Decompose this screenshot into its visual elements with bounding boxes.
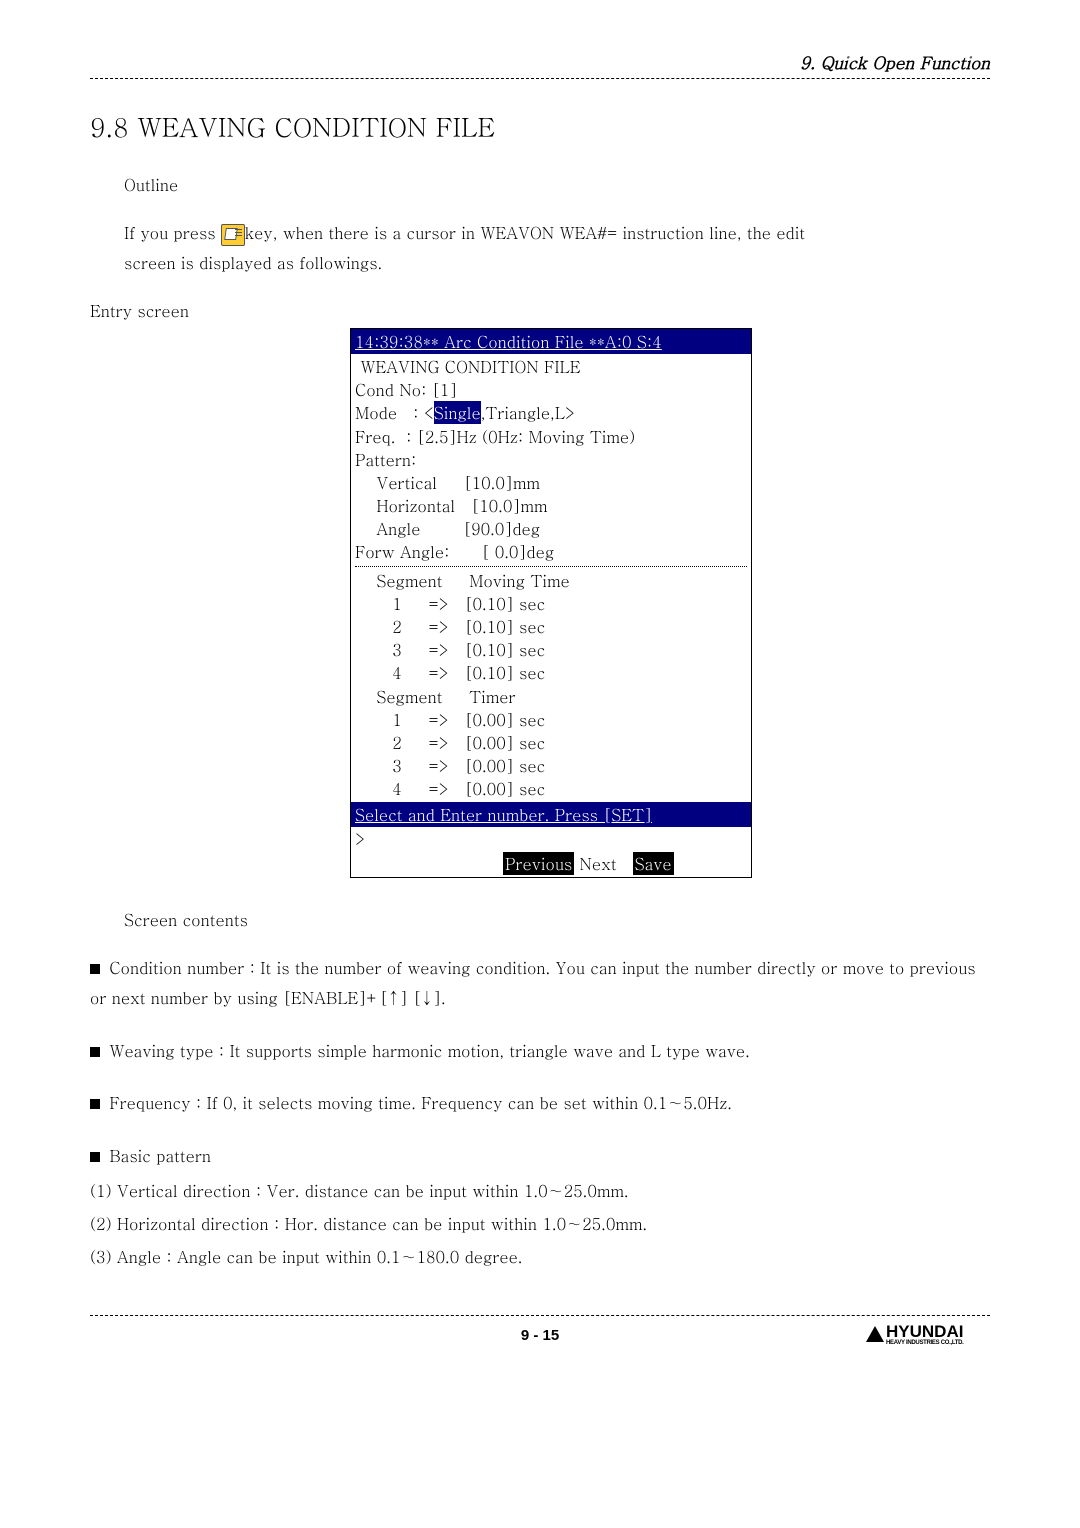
terminal-footer: Select and Enter number. Press [SET]: [351, 802, 751, 827]
terminal-highlight: Single: [434, 401, 481, 424]
terminal-line: Freq. : [2.5]Hz (0Hz: Moving Time): [355, 425, 747, 448]
terminal-button-row: Previous Next Save: [351, 852, 751, 877]
outline-text-c: screen is displayed as followings.: [124, 251, 382, 274]
terminal-prompt: >: [351, 827, 751, 852]
logo-text: HYUNDAI: [886, 1322, 963, 1342]
terminal-line: 4 => [0.00] sec: [355, 777, 747, 800]
terminal-line: 2 => [0.00] sec: [355, 731, 747, 754]
terminal-window: 14:39:38** Arc Condition File **A:0 S:4 …: [350, 328, 752, 878]
terminal-titlebar: 14:39:38** Arc Condition File **A:0 S:4: [351, 329, 751, 354]
bullet-square-icon: [90, 1047, 100, 1057]
terminal-text: ,Triangle,L>: [481, 401, 575, 424]
previous-button[interactable]: Previous: [503, 852, 574, 875]
bullet-item: Weaving type : It supports simple harmon…: [90, 1036, 990, 1066]
terminal-line: 3 => [0.10] sec: [355, 638, 747, 661]
terminal-line: Pattern:: [355, 448, 747, 471]
terminal-line: Forw Angle: [ 0.0]deg: [355, 540, 747, 563]
terminal-separator: [355, 566, 747, 567]
terminal-line: 2 => [0.10] sec: [355, 615, 747, 638]
terminal-line: Segment Moving Time: [355, 569, 747, 592]
numbered-item: (1) Vertical direction : Ver. distance c…: [90, 1177, 990, 1204]
logo-triangle-icon: [866, 1326, 884, 1342]
logo-subtext: HEAVY INDUSTRIES CO.,LTD.: [886, 1340, 964, 1346]
bullet-text: Basic pattern: [109, 1144, 211, 1167]
bullet-text: Condition number : It is the number of w…: [90, 956, 976, 1009]
numbered-item: (3) Angle : Angle can be input within 0.…: [90, 1243, 990, 1270]
page-number: 9 - 15: [214, 1327, 866, 1344]
save-button[interactable]: Save: [633, 852, 674, 875]
terminal-line: Cond No: [1]: [355, 378, 747, 401]
terminal-body: WEAVING CONDITION FILE Cond No: [1] Mode…: [351, 354, 751, 802]
terminal-line: Angle [90.0]deg: [355, 517, 747, 540]
terminal-line: 1 => [0.00] sec: [355, 708, 747, 731]
outline-paragraph: If you press key, when there is a cursor…: [124, 218, 990, 279]
footer-divider: [90, 1315, 990, 1316]
outline-text-a: If you press: [124, 221, 221, 244]
hyundai-logo: HYUNDAI HEAVY INDUSTRIES CO.,LTD.: [866, 1322, 986, 1350]
terminal-line: 4 => [0.10] sec: [355, 661, 747, 684]
terminal-line: 3 => [0.00] sec: [355, 754, 747, 777]
terminal-line: Segment Timer: [355, 685, 747, 708]
entry-screen-label: Entry screen: [90, 299, 990, 322]
bullet-text: Weaving type : It supports simple harmon…: [109, 1039, 749, 1062]
bullet-text: Frequency : If 0, it selects moving time…: [109, 1091, 732, 1114]
terminal-line: Vertical [10.0]mm: [355, 471, 747, 494]
terminal-line: Mode : <Single,Triangle,L>: [355, 401, 747, 424]
bullet-item: Frequency : If 0, it selects moving time…: [90, 1088, 990, 1118]
terminal-line: WEAVING CONDITION FILE: [355, 355, 747, 378]
bullet-square-icon: [90, 964, 100, 974]
header-divider: [90, 78, 990, 79]
next-button[interactable]: Next: [574, 852, 622, 875]
outline-text-b: key, when there is a cursor in WEAVON WE…: [245, 221, 805, 244]
bullet-item: Basic pattern: [90, 1141, 990, 1171]
quick-open-icon: [221, 224, 245, 246]
terminal-text: Mode : <: [355, 401, 434, 424]
bullet-square-icon: [90, 1099, 100, 1109]
outline-heading: Outline: [124, 173, 990, 196]
terminal-line: Horizontal [10.0]mm: [355, 494, 747, 517]
section-title: 9.8 WEAVING CONDITION FILE: [90, 109, 990, 145]
chapter-header: 9. Quick Open Function: [90, 50, 990, 78]
bullet-square-icon: [90, 1152, 100, 1162]
screen-contents-heading: Screen contents: [124, 908, 990, 931]
page-footer: 9 - 15 HYUNDAI HEAVY INDUSTRIES CO.,LTD.: [90, 1315, 990, 1350]
bullet-item: Condition number : It is the number of w…: [90, 953, 990, 1014]
numbered-item: (2) Horizontal direction : Hor. distance…: [90, 1210, 990, 1237]
terminal-line: 1 => [0.10] sec: [355, 592, 747, 615]
